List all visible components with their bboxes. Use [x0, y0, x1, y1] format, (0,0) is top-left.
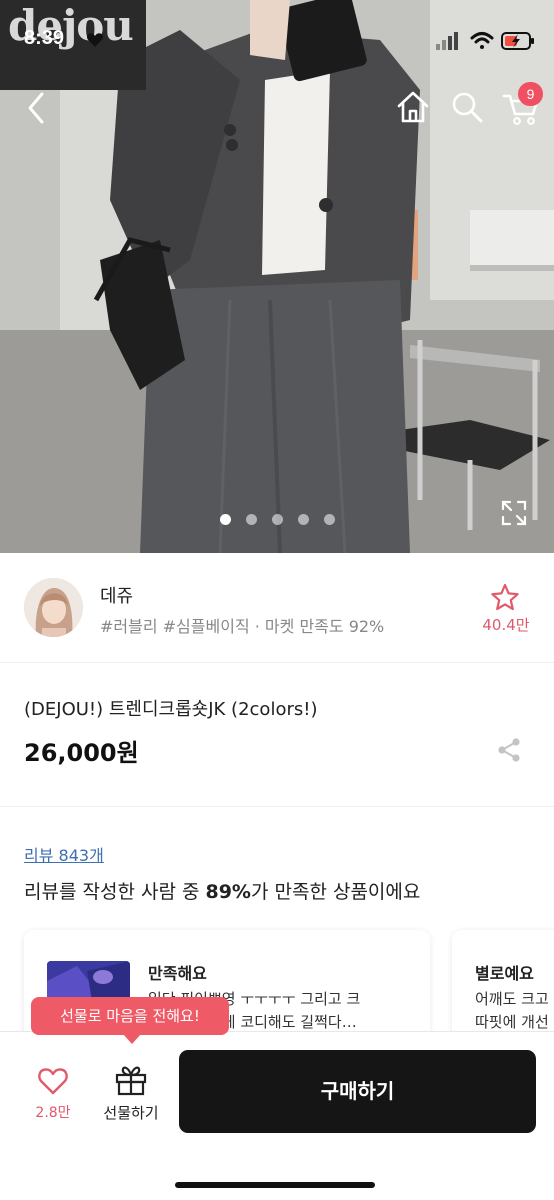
home-indicator[interactable]: [175, 1182, 375, 1188]
buy-button[interactable]: 구매하기: [179, 1050, 536, 1133]
carousel-dot[interactable]: [220, 514, 231, 525]
heart-icon: [38, 1068, 68, 1095]
cart-count-badge: 9: [518, 82, 543, 106]
gift-button[interactable]: 선물하기: [96, 1064, 166, 1126]
back-icon[interactable]: [22, 90, 52, 126]
signal-icon: [436, 32, 458, 50]
home-icon[interactable]: [395, 90, 431, 124]
avatar-image: [24, 578, 83, 637]
review-summary-prefix: 리뷰를 작성한 사람 중: [24, 881, 206, 903]
product-title: (DEJOU!) 트렌디크롭숏JK (2colors!): [24, 699, 318, 720]
review-summary: 리뷰를 작성한 사람 중 89%가 만족한 상품이에요: [24, 877, 420, 904]
review-rating: 만족해요: [148, 964, 207, 983]
like-count: 2.8만: [35, 1105, 71, 1121]
review-summary-percent: 89%: [205, 881, 251, 903]
seller-section[interactable]: 데쥬 #러블리 #심플베이직 · 마켓 만족도 92% 40.4만: [0, 553, 554, 663]
review-rating: 별로예요: [475, 964, 534, 983]
carousel-indicator[interactable]: [220, 514, 335, 526]
search-icon[interactable]: [450, 90, 484, 124]
seller-avatar[interactable]: [24, 578, 83, 637]
heart-status-icon: [87, 33, 103, 47]
review-text-line: 따핏에 개선: [475, 1013, 549, 1031]
bottom-action-bar: 2.8만 선물하기 구매하기: [0, 1031, 554, 1200]
carousel-dot[interactable]: [298, 514, 309, 525]
carousel-dot[interactable]: [246, 514, 257, 525]
gift-icon: [115, 1066, 147, 1096]
brand-watermark: dejou: [0, 0, 146, 90]
star-icon[interactable]: [490, 583, 520, 611]
gift-label: 선물하기: [103, 1104, 159, 1122]
review-count-link[interactable]: 리뷰 843개: [24, 842, 104, 866]
product-image-carousel[interactable]: dejou 8:39 9: [0, 0, 554, 553]
battery-icon: [501, 32, 534, 50]
status-indicators: [436, 32, 534, 50]
wifi-icon: [470, 32, 494, 49]
gift-tooltip[interactable]: 선물로 마음을 전해요!: [31, 997, 229, 1044]
product-price: 26,000원: [24, 739, 139, 767]
seller-name[interactable]: 데쥬: [100, 582, 133, 608]
share-icon[interactable]: [496, 737, 522, 763]
carousel-dot[interactable]: [324, 514, 335, 525]
review-text-line: 어깨도 크고: [475, 990, 549, 1008]
product-info: (DEJOU!) 트렌디크롭숏JK (2colors!) 26,000원: [0, 663, 554, 807]
like-button[interactable]: 2.8만: [26, 1064, 80, 1126]
status-time: 8:39: [24, 27, 65, 49]
seller-tags: #러블리 #심플베이직 · 마켓 만족도 92%: [100, 617, 385, 636]
seller-favorite-count: 40.4만: [482, 616, 530, 634]
review-summary-suffix: 가 만족한 상품이에요: [250, 881, 421, 903]
expand-icon[interactable]: [500, 499, 528, 527]
carousel-dot[interactable]: [272, 514, 283, 525]
